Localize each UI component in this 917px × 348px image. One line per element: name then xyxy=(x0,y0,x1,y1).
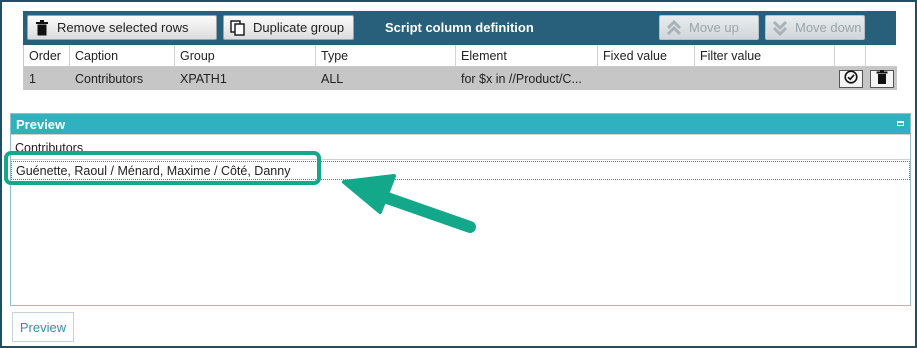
col-header-order[interactable]: Order xyxy=(24,45,70,66)
move-down-button[interactable]: Move down xyxy=(765,15,865,40)
cell-group[interactable]: XPATH1 xyxy=(175,67,316,90)
remove-selected-rows-label: Remove selected rows xyxy=(57,20,189,35)
preview-header: Preview xyxy=(11,114,910,134)
cell-element[interactable]: for $x in //Product/C... xyxy=(456,67,598,90)
cell-fixed-value[interactable] xyxy=(598,67,695,90)
cell-order[interactable]: 1 xyxy=(24,67,70,90)
move-up-button[interactable]: Move up xyxy=(659,15,759,40)
move-down-label: Move down xyxy=(795,20,862,35)
col-header-group[interactable]: Group xyxy=(175,45,316,66)
callout-arrow xyxy=(342,174,476,233)
trash-icon xyxy=(33,19,51,37)
pin-icon[interactable] xyxy=(897,121,904,126)
delete-row-icon xyxy=(876,70,888,87)
col-header-type[interactable]: Type xyxy=(316,45,456,66)
preview-title: Preview xyxy=(16,116,66,132)
cell-type[interactable]: ALL xyxy=(316,67,456,90)
col-header-element[interactable]: Element xyxy=(456,45,598,66)
highlight-box xyxy=(4,151,321,185)
delete-row-button[interactable] xyxy=(869,69,894,88)
move-up-icon xyxy=(665,19,683,37)
remove-selected-rows-button[interactable]: Remove selected rows xyxy=(27,15,217,40)
window-frame: Remove selected rows Duplicate group Scr… xyxy=(0,0,917,348)
col-header-validate xyxy=(835,45,866,66)
toolbar-title: Script column definition xyxy=(385,20,534,35)
col-header-caption[interactable]: Caption xyxy=(70,45,175,66)
cell-caption[interactable]: Contributors xyxy=(70,67,175,90)
col-header-filter-value[interactable]: Filter value xyxy=(695,45,835,66)
validate-icon xyxy=(843,70,858,87)
cell-filter-value[interactable] xyxy=(695,67,835,90)
grid-header: Order Caption Group Type Element Fixed v… xyxy=(24,45,897,67)
move-up-label: Move up xyxy=(689,20,739,35)
validate-cell xyxy=(835,67,866,90)
move-down-icon xyxy=(771,19,789,37)
col-header-fixed-value[interactable]: Fixed value xyxy=(598,45,695,66)
column-definition-grid: Order Caption Group Type Element Fixed v… xyxy=(23,45,897,90)
preview-button[interactable]: Preview xyxy=(12,312,74,342)
toolbar: Remove selected rows Duplicate group Scr… xyxy=(23,11,896,45)
table-row[interactable]: 1 Contributors XPATH1 ALL for $x in //Pr… xyxy=(24,67,897,90)
validate-row-button[interactable] xyxy=(838,69,863,88)
col-header-delete xyxy=(866,45,897,66)
duplicate-icon xyxy=(229,19,247,37)
duplicate-group-button[interactable]: Duplicate group xyxy=(223,15,354,40)
duplicate-group-label: Duplicate group xyxy=(253,20,345,35)
delete-cell xyxy=(866,67,897,90)
